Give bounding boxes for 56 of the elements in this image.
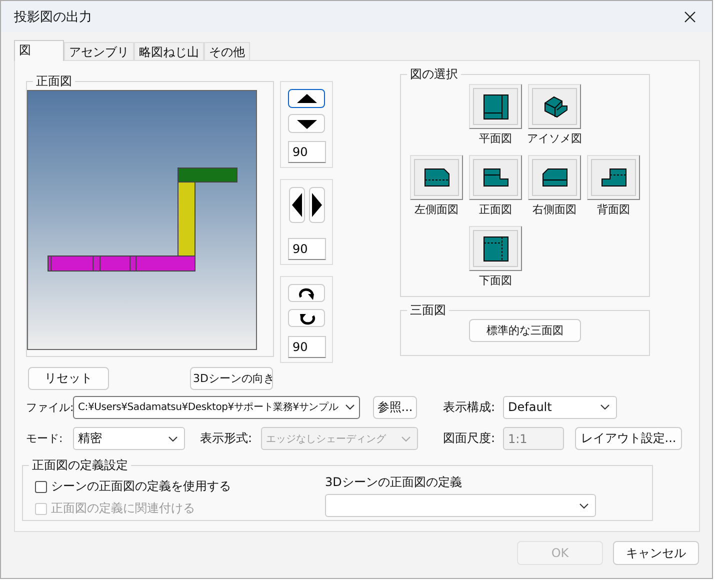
view-button[interactable] bbox=[528, 84, 581, 129]
angle-field[interactable]: 90 bbox=[288, 140, 326, 163]
field-label: 表示形式: bbox=[200, 430, 254, 447]
group-title: 正面図の定義設定 bbox=[31, 457, 129, 474]
view-label: 背面図 bbox=[597, 202, 630, 217]
view-button[interactable] bbox=[469, 226, 522, 271]
field-label: モード: bbox=[26, 431, 64, 446]
angle-field[interactable]: 90 bbox=[288, 238, 326, 260]
standard-three-view-button[interactable]: 標準的な三面図 bbox=[469, 319, 581, 342]
bottom-view-icon bbox=[482, 236, 508, 262]
group-title: 図の選択 bbox=[409, 66, 459, 83]
group-title: 正面図 bbox=[35, 73, 73, 90]
view-button[interactable] bbox=[410, 155, 463, 200]
scene-orientation-button[interactable]: 3Dシーンの向き bbox=[190, 367, 273, 390]
top-view-icon bbox=[482, 94, 508, 120]
up-arrow-button[interactable] bbox=[288, 89, 325, 108]
angle-field[interactable]: 90 bbox=[288, 336, 326, 358]
view-label: 右側面図 bbox=[532, 202, 576, 217]
window-title: 投影図の出力 bbox=[14, 8, 92, 26]
view-label: アイソメ図 bbox=[527, 131, 582, 146]
view-button[interactable] bbox=[528, 155, 581, 200]
tab[interactable]: その他 bbox=[204, 42, 250, 60]
field-label: ファイル: bbox=[26, 400, 73, 414]
field-label: 表示構成: bbox=[443, 398, 496, 416]
view-button[interactable] bbox=[469, 155, 522, 200]
field-label: 図面尺度: bbox=[443, 430, 496, 447]
left-arrow-icon bbox=[290, 190, 304, 219]
dialog-button[interactable]: キャンセル bbox=[613, 541, 699, 565]
view-button[interactable] bbox=[469, 84, 522, 129]
mode-dropdown[interactable]: 精密 bbox=[73, 427, 185, 450]
browse-button[interactable]: 参照... bbox=[373, 396, 417, 418]
iso-view-icon bbox=[542, 94, 568, 120]
tab[interactable]: アセンブリ bbox=[64, 42, 134, 60]
config-dropdown[interactable]: Default bbox=[503, 396, 617, 418]
view-button[interactable] bbox=[587, 155, 640, 200]
field-label: 3Dシーンの正面図の定義 bbox=[325, 474, 463, 491]
down-arrow-button[interactable] bbox=[288, 114, 325, 133]
right-arrow-icon bbox=[310, 190, 324, 219]
checkbox[interactable] bbox=[35, 480, 47, 492]
tab[interactable]: 図 bbox=[14, 40, 64, 61]
left-arrow-button[interactable] bbox=[288, 186, 304, 223]
view-label: 下面図 bbox=[479, 273, 512, 288]
reset-button[interactable]: リセット bbox=[28, 367, 109, 390]
tab[interactable]: 略図ねじ山 bbox=[134, 42, 204, 60]
file-dropdown[interactable]: C:¥Users¥Sadamatsu¥Desktop¥サポート業務¥サンプル bbox=[73, 396, 360, 418]
view-label: 正面図 bbox=[479, 202, 512, 217]
view-label: 左側面図 bbox=[414, 202, 458, 217]
layout-settings-button[interactable]: レイアウト設定... bbox=[575, 427, 682, 450]
view-label: 平面図 bbox=[479, 131, 512, 146]
group-title: 三面図 bbox=[409, 302, 447, 319]
checkbox-label: 正面図の定義に関連付ける bbox=[51, 500, 195, 517]
checkbox-label: シーンの正面図の定義を使用する bbox=[51, 478, 231, 495]
rotate-clockwise-button[interactable] bbox=[288, 284, 325, 302]
rotate-counterclockwise-button[interactable] bbox=[288, 309, 325, 328]
close-icon[interactable] bbox=[684, 10, 696, 22]
right-arrow-button[interactable] bbox=[308, 186, 324, 223]
